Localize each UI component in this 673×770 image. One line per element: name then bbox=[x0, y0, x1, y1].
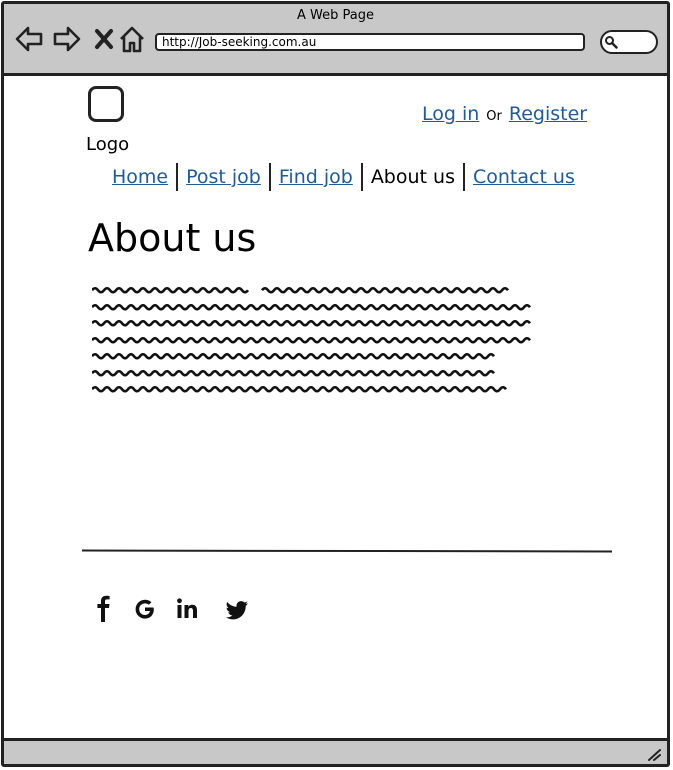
text-line bbox=[92, 303, 532, 311]
register-link[interactable]: Register bbox=[509, 103, 587, 125]
text-line bbox=[92, 319, 532, 327]
browser-window: A Web Page http://Job-seeking.com.au Log… bbox=[1, 1, 670, 767]
text-line bbox=[92, 369, 496, 377]
or-label: Or bbox=[486, 109, 502, 124]
forward-arrow-icon[interactable] bbox=[52, 24, 82, 54]
about-text-placeholder bbox=[92, 282, 544, 398]
google-icon[interactable] bbox=[132, 594, 158, 624]
auth-links: Log in Or Register bbox=[422, 103, 587, 125]
close-icon[interactable] bbox=[90, 24, 120, 54]
text-line bbox=[92, 385, 508, 393]
back-arrow-icon[interactable] bbox=[14, 24, 44, 54]
nav-contact-us[interactable]: Contact us bbox=[465, 163, 583, 191]
linkedin-icon[interactable] bbox=[174, 594, 200, 624]
login-link[interactable]: Log in bbox=[422, 103, 479, 125]
status-bar bbox=[4, 738, 667, 764]
logo-label: Logo bbox=[86, 134, 130, 155]
address-bar[interactable]: http://Job-seeking.com.au bbox=[155, 33, 585, 51]
main-nav: Home Post job Find job About us Contact … bbox=[104, 162, 583, 192]
nav-post-job[interactable]: Post job bbox=[178, 163, 269, 191]
nav-about-us: About us bbox=[370, 166, 455, 188]
window-title: A Web Page bbox=[297, 8, 374, 23]
nav-home[interactable]: Home bbox=[104, 163, 176, 191]
nav-find-job[interactable]: Find job bbox=[271, 163, 361, 191]
logo-placeholder[interactable] bbox=[88, 86, 124, 122]
footer-divider bbox=[81, 549, 613, 553]
browser-search-box[interactable] bbox=[600, 30, 658, 54]
home-icon[interactable] bbox=[117, 24, 147, 54]
page-title: About us bbox=[88, 216, 257, 260]
facebook-icon[interactable] bbox=[90, 594, 116, 624]
text-line bbox=[92, 336, 532, 344]
browser-toolbar: A Web Page http://Job-seeking.com.au bbox=[4, 4, 667, 76]
twitter-icon[interactable] bbox=[224, 594, 250, 624]
search-icon bbox=[605, 36, 618, 49]
text-line bbox=[92, 286, 510, 294]
text-line bbox=[92, 352, 496, 360]
resize-grip-icon[interactable] bbox=[647, 747, 661, 761]
